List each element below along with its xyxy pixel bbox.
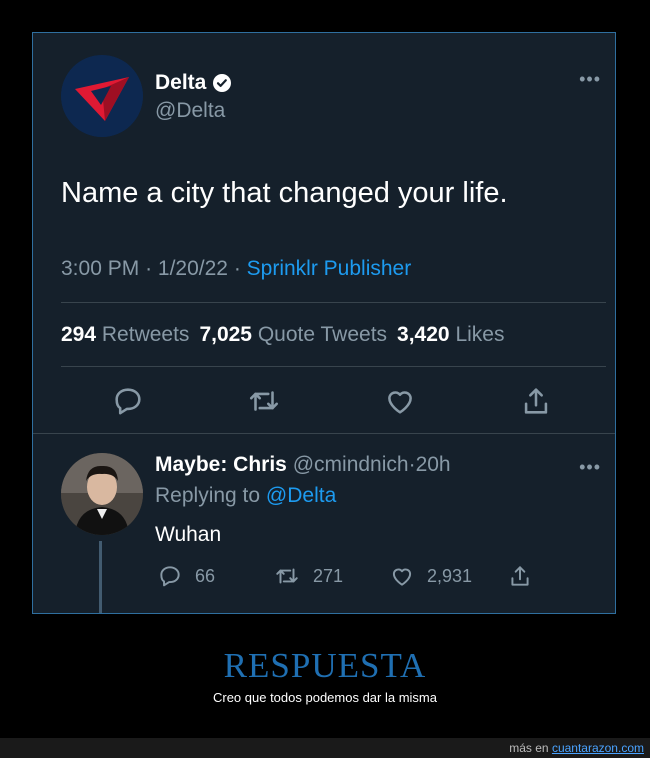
quotes-count: 7,025 xyxy=(199,323,252,346)
user-photo-icon xyxy=(61,453,143,535)
reply-time[interactable]: 20h xyxy=(416,453,451,476)
replying-to: Replying to @Delta xyxy=(155,484,336,508)
separator-dot: · xyxy=(145,257,158,280)
replying-prefix: Replying to xyxy=(155,484,261,507)
author-handle[interactable]: @Delta xyxy=(155,99,225,123)
reply-author-name[interactable]: Maybe: Chris xyxy=(155,453,287,476)
reply-header: Maybe: Chris @cmindnich·20h xyxy=(155,453,451,477)
like-icon[interactable] xyxy=(383,384,417,418)
share-icon[interactable] xyxy=(519,384,553,418)
likes-stat[interactable]: 3,420 Likes xyxy=(397,323,504,347)
separator-dot: · xyxy=(408,453,416,476)
more-options-icon[interactable]: ••• xyxy=(579,457,601,478)
divider xyxy=(61,366,606,367)
quotes-label: Quote Tweets xyxy=(257,323,388,346)
delta-logo-icon xyxy=(61,55,143,137)
footer-text: más en cuantarazon.com xyxy=(509,741,644,755)
delta-avatar[interactable] xyxy=(61,55,143,137)
divider xyxy=(61,302,606,303)
reply-like-button[interactable]: 2,931 xyxy=(389,563,472,589)
quotes-stat[interactable]: 7,025 Quote Tweets xyxy=(199,323,387,347)
caption-subtitle: Creo que todos podemos dar la misma xyxy=(212,690,437,705)
likes-count: 3,420 xyxy=(397,323,450,346)
separator-dot: · xyxy=(233,257,247,280)
tweet-time[interactable]: 3:00 PM xyxy=(61,257,139,280)
reply-likes-count: 2,931 xyxy=(427,565,473,586)
footer-prefix: más en xyxy=(509,741,549,755)
reply-retweets-count: 271 xyxy=(313,565,344,586)
retweet-icon xyxy=(276,568,298,584)
tweet-card: Delta @Delta ••• Name a city that change… xyxy=(32,32,616,614)
tweet-source[interactable]: Sprinklr Publisher xyxy=(247,257,412,280)
reply-icon[interactable] xyxy=(111,384,145,418)
reply-text: Wuhan xyxy=(155,523,222,546)
reply-share-button[interactable] xyxy=(507,563,533,589)
reply-reply-button[interactable]: 66 xyxy=(157,563,215,589)
tweet-author-name[interactable]: Delta xyxy=(155,71,232,95)
retweets-count: 294 xyxy=(61,323,97,346)
likes-label: Likes xyxy=(455,323,505,346)
like-icon xyxy=(392,568,412,586)
reply-icon xyxy=(160,566,180,587)
retweets-stat[interactable]: 294 Retweets xyxy=(61,323,189,347)
thread-line xyxy=(99,541,102,613)
tweet-date[interactable]: 1/20/22 xyxy=(158,257,228,280)
tweet-text: Name a city that changed your life. xyxy=(61,177,508,209)
tweet-stats: 294 Retweets 7,025 Quote Tweets 3,420 Li… xyxy=(61,323,504,347)
reply-replies-count: 66 xyxy=(195,565,216,586)
retweet-icon[interactable] xyxy=(247,384,281,418)
divider xyxy=(33,433,615,434)
retweets-label: Retweets xyxy=(101,323,190,346)
footer-bar: más en cuantarazon.com xyxy=(0,738,650,758)
replying-handle-link[interactable]: @Delta xyxy=(266,484,336,507)
footer-link[interactable]: cuantarazon.com xyxy=(552,741,644,755)
share-icon xyxy=(511,566,529,586)
author-display-name[interactable]: Delta xyxy=(155,71,206,95)
more-options-icon[interactable]: ••• xyxy=(579,69,601,90)
reply-author-handle[interactable]: @cmindnich xyxy=(293,453,409,476)
verified-badge-icon xyxy=(213,74,232,92)
tweet-meta: 3:00 PM · 1/20/22 · Sprinklr Publisher xyxy=(61,257,411,281)
caption-title: RESPUESTA xyxy=(223,646,427,685)
avatar[interactable] xyxy=(61,453,143,535)
reply-retweet-button[interactable]: 271 xyxy=(273,563,343,589)
